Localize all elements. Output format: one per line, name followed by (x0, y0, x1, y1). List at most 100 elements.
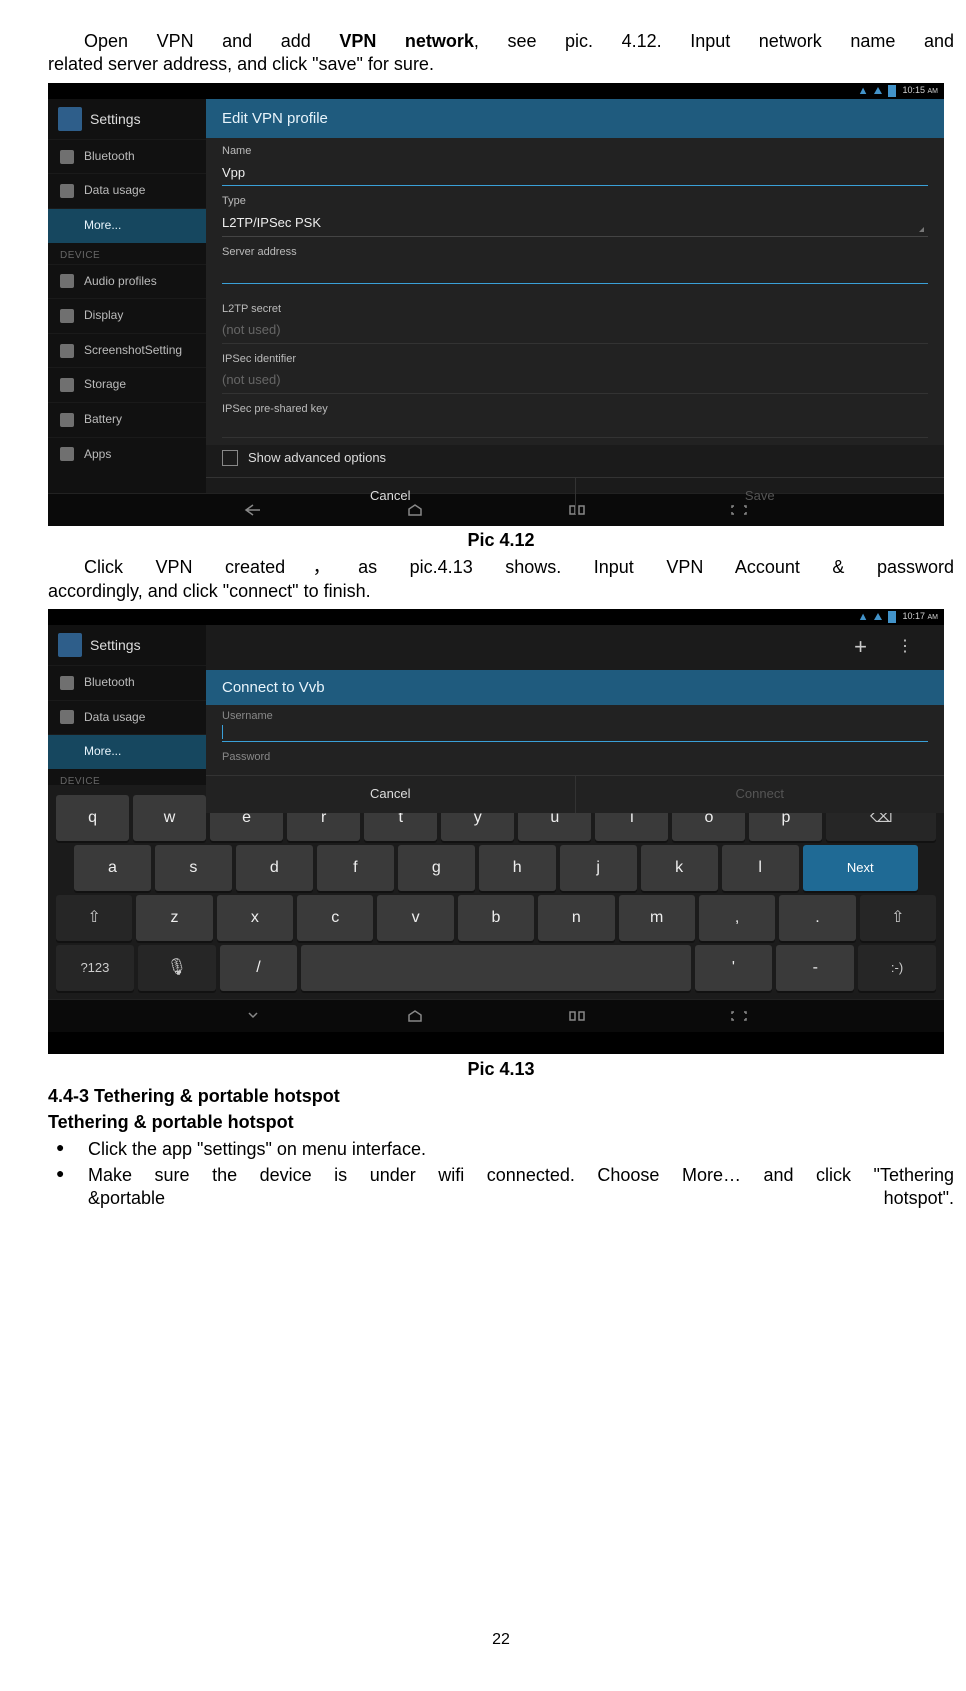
sidebar-item-audio-profiles[interactable]: Audio profiles (48, 264, 206, 299)
server-address-input[interactable] (222, 261, 928, 284)
sidebar-item-data-usage[interactable]: Data usage (48, 173, 206, 208)
key-m[interactable]: m (619, 895, 695, 941)
key-l[interactable]: l (722, 845, 799, 891)
key-z[interactable]: z (136, 895, 212, 941)
sidebar-item-display[interactable]: Display (48, 298, 206, 333)
vpn-main-pane: + ⋮ Edit VPN profile NameVpp TypeL2TP/IP… (206, 99, 944, 493)
keyboard-hide-nav-icon[interactable] (242, 1009, 264, 1023)
key-s[interactable]: s (155, 845, 232, 891)
key-c[interactable]: c (297, 895, 373, 941)
section-heading: 4.4-3 Tethering & portable hotspot (48, 1085, 954, 1108)
show-advanced-checkbox[interactable]: Show advanced options (206, 440, 944, 477)
l2tp-secret-label: L2TP secret (222, 302, 928, 316)
key-shift-right[interactable]: ⇧ (860, 895, 936, 941)
apps-icon (60, 447, 74, 461)
name-label: Name (222, 144, 928, 158)
page-number: 22 (48, 1630, 954, 1651)
screenshot-nav-icon[interactable] (728, 1009, 750, 1023)
ipsec-identifier-label: IPSec identifier (222, 352, 928, 366)
sidebar-item-bluetooth[interactable]: Bluetooth (48, 139, 206, 174)
dialog-title: Edit VPN profile (206, 99, 944, 139)
ipsec-psk-input[interactable] (222, 419, 928, 438)
server-address-label: Server address (222, 245, 928, 259)
sidebar-item-storage[interactable]: Storage (48, 367, 206, 402)
key-v[interactable]: v (377, 895, 453, 941)
key-f[interactable]: f (317, 845, 394, 891)
username-input[interactable] (222, 723, 928, 742)
ipsec-psk-label: IPSec pre-shared key (222, 402, 928, 416)
screenshot-pic-4-12: ▲ 10:15 AM Settings Bluetooth Data usage… (48, 83, 944, 525)
sidebar-item-more[interactable]: More... (48, 208, 206, 243)
system-nav-bar (48, 999, 944, 1032)
battery-icon (888, 611, 896, 623)
data-usage-icon (60, 184, 74, 198)
dialog-title: Connect to Vvb (206, 670, 944, 706)
settings-header: Settings (48, 625, 206, 665)
key-g[interactable]: g (398, 845, 475, 891)
key-d[interactable]: d (236, 845, 313, 891)
key-j[interactable]: j (560, 845, 637, 891)
bluetooth-icon (60, 150, 74, 164)
recent-nav-icon[interactable] (566, 1009, 588, 1023)
clock: 10:17 AM (902, 611, 938, 623)
sidebar-item-data-usage[interactable]: Data usage (48, 700, 206, 735)
sidebar-category-device: DEVICE (48, 769, 206, 790)
save-button[interactable]: Save (576, 478, 945, 515)
name-input[interactable]: Vpp (222, 161, 928, 187)
status-bar: ▲ 10:17 AM (48, 609, 944, 625)
key-h[interactable]: h (479, 845, 556, 891)
sidebar-item-more[interactable]: More... (48, 734, 206, 769)
key-symbols[interactable]: ?123 (56, 945, 134, 991)
screenshot-icon (60, 344, 74, 358)
key-dash[interactable]: - (776, 945, 854, 991)
sidebar-item-apps[interactable]: Apps (48, 437, 206, 472)
vpn-main-pane: + ⋮ Connect to Vvb Username Password Can… (206, 625, 944, 785)
sidebar-item-screenshot-setting[interactable]: ScreenshotSetting (48, 333, 206, 368)
key-,[interactable]: , (699, 895, 775, 941)
status-bar: ▲ 10:15 AM (48, 83, 944, 99)
key-w[interactable]: w (133, 795, 206, 841)
para2-line2: accordingly, and click "connect" to fini… (48, 580, 954, 603)
key-apostrophe[interactable]: ' (695, 945, 773, 991)
type-select[interactable]: L2TP/IPSec PSK (222, 211, 928, 237)
add-vpn-button[interactable]: + (854, 633, 867, 662)
display-icon (60, 309, 74, 323)
sidebar-category-device: DEVICE (48, 243, 206, 264)
edit-vpn-profile-dialog: Edit VPN profile Name Vpp Type L2TP/IPSec … (206, 99, 944, 445)
settings-sidebar: Settings Bluetooth Data usage More... DE… (48, 99, 206, 493)
sidebar-item-bluetooth[interactable]: Bluetooth (48, 665, 206, 700)
key-x[interactable]: x (217, 895, 293, 941)
battery-settings-icon (60, 413, 74, 427)
bullet-item-1: Click the app "settings" on menu interfa… (48, 1138, 954, 1161)
settings-app-icon (58, 107, 82, 131)
screenshot-pic-4-13: ▲ 10:17 AM Settings Bluetooth Data usage… (48, 609, 944, 1054)
type-label: Type (222, 194, 928, 208)
connect-vpn-dialog: Connect to Vvb Username Password Cancel … (206, 670, 944, 813)
sidebar-item-battery[interactable]: Battery (48, 402, 206, 437)
key-n[interactable]: n (538, 895, 614, 941)
key-space[interactable] (301, 945, 690, 991)
overflow-menu-button[interactable]: ⋮ (897, 637, 914, 658)
connect-button[interactable]: Connect (576, 776, 945, 813)
signal-icon: ▲ (858, 84, 869, 98)
home-nav-icon[interactable] (404, 1009, 426, 1023)
settings-app-icon (58, 633, 82, 657)
key-a[interactable]: a (74, 845, 151, 891)
key-mic[interactable]: 🎙 (138, 945, 216, 991)
cancel-button[interactable]: Cancel (206, 478, 576, 515)
l2tp-secret-input[interactable]: (not used) (222, 318, 928, 344)
key-slash[interactable]: / (220, 945, 298, 991)
key-next[interactable]: Next (803, 845, 918, 891)
cancel-button[interactable]: Cancel (206, 776, 576, 813)
checkbox-icon (222, 450, 238, 466)
ipsec-identifier-input[interactable]: (not used) (222, 368, 928, 394)
bullet-item-2: Make sure the device is under wifi conne… (48, 1164, 954, 1211)
key-k[interactable]: k (641, 845, 718, 891)
key-q[interactable]: q (56, 795, 129, 841)
key-smile[interactable]: :-) (858, 945, 936, 991)
bluetooth-icon (60, 676, 74, 690)
key-.[interactable]: . (779, 895, 855, 941)
key-b[interactable]: b (458, 895, 534, 941)
wifi-icon (874, 613, 882, 620)
key-shift-left[interactable]: ⇧ (56, 895, 132, 941)
